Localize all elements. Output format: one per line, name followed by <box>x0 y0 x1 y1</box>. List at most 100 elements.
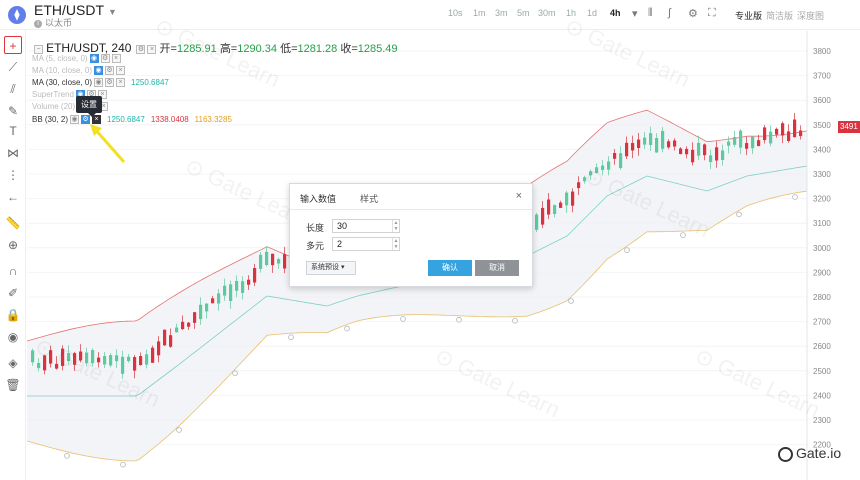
info-icon: i <box>34 19 42 28</box>
price-axis-label: 2900 <box>813 268 831 277</box>
price-axis-label: 2800 <box>813 293 831 302</box>
tab-inputs[interactable]: 输入数值 <box>300 192 336 205</box>
close-icon[interactable]: × <box>516 190 522 202</box>
brand-logo: Gate.io <box>778 445 841 462</box>
supertrend-dot <box>176 427 182 433</box>
candle-body <box>601 165 605 170</box>
supertrend-dot <box>400 316 406 322</box>
candle-body <box>619 153 623 169</box>
eye-icon[interactable]: ◉ <box>70 115 80 125</box>
interval-10s[interactable]: 10s <box>448 8 463 18</box>
view-depth[interactable]: 深度图 <box>797 9 824 22</box>
settings-icon[interactable]: ⚙ <box>100 54 110 64</box>
candle-body <box>625 142 629 157</box>
supertrend-dot <box>680 232 686 238</box>
tab-style[interactable]: 样式 <box>360 192 378 205</box>
supertrend-dot <box>512 317 518 324</box>
candle-body <box>751 136 755 149</box>
text-icon[interactable]: T <box>4 122 22 140</box>
close-icon[interactable]: × <box>111 54 121 64</box>
confirm-button[interactable]: 确认 <box>428 260 472 276</box>
candle-body <box>259 254 263 269</box>
eye-icon[interactable]: ◉ <box>94 66 104 76</box>
candle-body <box>541 207 545 225</box>
eye-icon[interactable]: ◉ <box>89 54 99 64</box>
candle-body <box>733 137 737 145</box>
preset-dropdown[interactable]: 系统预设 ▾ <box>306 261 356 275</box>
supertrend-dot <box>568 298 574 304</box>
zoom-in-icon[interactable]: ⊕ <box>4 236 22 254</box>
ruler-icon[interactable]: 📏 <box>4 214 22 232</box>
interval-1m[interactable]: 1m <box>473 8 486 18</box>
multiplier-input[interactable]: 2 ▲ ▼ <box>332 237 400 251</box>
interval-3m[interactable]: 3m <box>495 8 508 18</box>
brush-icon[interactable]: ✎ <box>4 102 22 120</box>
drawing-toolbar: + ⟋ ⫽ ✎ T ⋈ ⋮ ← 📏 ⊕ ∩ ✐ 🔒 ◉ ◈ 🗑 <box>0 30 26 480</box>
candle-body <box>133 357 137 371</box>
eye-icon[interactable]: ◉ <box>94 78 104 88</box>
supertrend-dot <box>344 325 350 332</box>
settings-icon[interactable]: ⚙ <box>136 44 146 54</box>
indicator-ma5: MA (5, close, 0) ◉ ⚙ × <box>32 54 121 64</box>
settings-icon[interactable]: ⚙ <box>105 66 115 76</box>
candle-body <box>637 139 641 148</box>
price-axis-label: 2700 <box>813 318 831 327</box>
crosshair-icon[interactable]: + <box>4 36 22 54</box>
candle-body <box>769 131 773 144</box>
close-icon[interactable]: × <box>147 44 157 54</box>
annotation-arrow <box>90 124 126 163</box>
caret-down-icon[interactable]: ▾ <box>632 7 638 20</box>
interval-5m[interactable]: 5m <box>517 8 530 18</box>
view-simple[interactable]: 简洁版 <box>766 9 793 22</box>
close-value: 1285.49 <box>357 43 398 55</box>
dialog-header: 输入数值 样式 × <box>290 184 532 210</box>
candle-body <box>787 131 791 142</box>
candle-body <box>139 356 143 366</box>
candle-body <box>169 335 173 347</box>
length-label: 长度 <box>306 223 325 233</box>
current-price-tag: 3491 <box>838 121 860 133</box>
fullscreen-icon[interactable]: ⛶ <box>708 7 716 20</box>
magnet-icon[interactable]: ∩ <box>4 262 22 280</box>
candle-body <box>67 353 71 362</box>
candle-body <box>595 167 599 173</box>
indicator-icon[interactable]: ∫ <box>668 7 671 19</box>
lock-icon[interactable]: 🔒 <box>4 306 22 324</box>
candle-body <box>115 355 119 362</box>
collapse-icon[interactable]: − <box>34 44 43 54</box>
candle-body <box>589 171 593 176</box>
candle-body <box>757 140 761 147</box>
interval-1d[interactable]: 1d <box>587 8 597 18</box>
eye-icon[interactable]: ◉ <box>4 328 22 346</box>
fib-icon[interactable]: ⫽ <box>4 80 22 98</box>
interval-1h[interactable]: 1h <box>566 8 576 18</box>
candle-body <box>43 355 47 371</box>
back-arrow-icon[interactable]: ← <box>4 188 22 206</box>
candle-body <box>745 143 749 149</box>
view-pro[interactable]: 专业版 <box>735 9 762 22</box>
candle-body <box>715 147 719 161</box>
trend-line-icon[interactable]: ⟋ <box>4 58 22 76</box>
length-input[interactable]: 30 ▲ ▼ <box>332 219 400 233</box>
pencil-lock-icon[interactable]: ✐ <box>4 284 22 302</box>
interval-4h[interactable]: 4h <box>610 8 621 18</box>
candle-type-icon[interactable]: ⫴ <box>648 7 653 20</box>
supertrend-dot <box>64 452 70 459</box>
supertrend-dot <box>120 461 126 468</box>
close-icon[interactable]: × <box>116 66 126 76</box>
pattern-icon[interactable]: ⋈ <box>4 144 22 162</box>
layers-icon[interactable]: ◈ <box>4 354 22 372</box>
candle-body <box>697 142 701 156</box>
price-axis-label: 2400 <box>813 391 831 400</box>
trash-icon[interactable]: 🗑 <box>4 376 22 394</box>
candle-body <box>703 144 707 156</box>
interval-30m[interactable]: 30m <box>538 8 556 18</box>
stepper-icon[interactable]: ▲ ▼ <box>392 238 399 250</box>
stepper-icon[interactable]: ▲ ▼ <box>392 220 399 232</box>
settings-icon[interactable]: ⚙ <box>105 78 115 88</box>
candle-body <box>283 254 287 269</box>
close-icon[interactable]: × <box>116 78 126 88</box>
projection-icon[interactable]: ⋮ <box>4 166 22 184</box>
settings-icon[interactable]: ⚙ <box>688 7 698 20</box>
cancel-button[interactable]: 取消 <box>475 260 519 276</box>
